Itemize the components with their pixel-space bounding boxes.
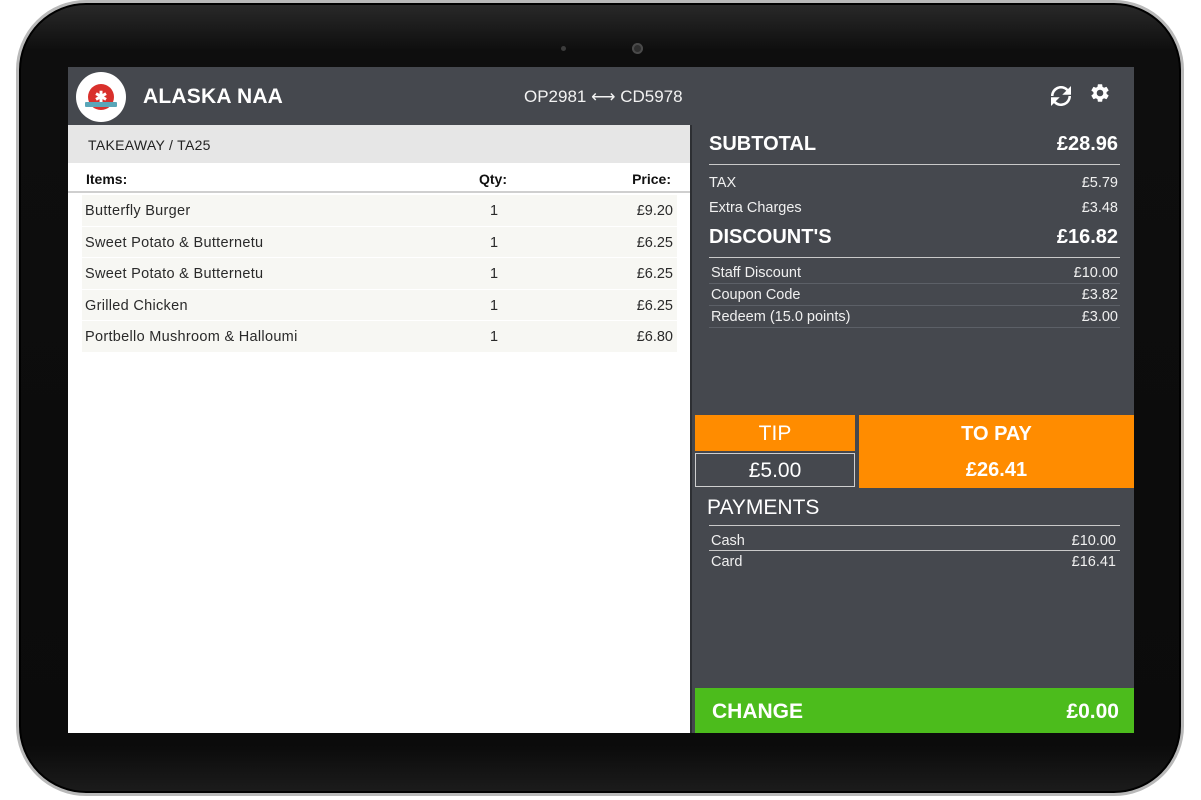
- divider: [709, 327, 1120, 328]
- order-item-row[interactable]: Sweet Potato & Butternetu 1 £6.25: [82, 258, 677, 290]
- column-qty: Qty:: [479, 171, 507, 187]
- column-price: Price:: [632, 171, 671, 187]
- item-name: Sweet Potato & Butternetu: [85, 234, 264, 251]
- item-price: £6.25: [636, 266, 673, 282]
- order-type-label: TAKEAWAY / TA25: [88, 137, 211, 153]
- payments-heading: PAYMENTS: [707, 496, 820, 519]
- order-type-bar[interactable]: TAKEAWAY / TA25: [68, 125, 690, 163]
- subtotal-row: SUBTOTAL £28.96: [709, 133, 1118, 156]
- order-items-list: Butterfly Burger 1 £9.20 Sweet Potato & …: [82, 195, 677, 353]
- discount-item-label: Redeem (15.0 points): [711, 309, 851, 325]
- column-items: Items:: [86, 171, 128, 187]
- discount-item-label: Staff Discount: [711, 265, 802, 281]
- item-price: £6.25: [636, 234, 673, 251]
- subtotal-label: SUBTOTAL: [709, 133, 817, 155]
- payment-row[interactable]: Card £16.41: [711, 554, 1116, 570]
- discount-value: £16.82: [1056, 226, 1118, 248]
- discount-item-row[interactable]: Coupon Code £3.82: [711, 287, 1118, 303]
- item-price: £6.80: [636, 329, 673, 345]
- to-pay-button[interactable]: TO PAY £26.41: [859, 415, 1134, 488]
- discount-item-row[interactable]: Redeem (15.0 points) £3.00: [711, 309, 1118, 325]
- logo-ribbon: [85, 102, 117, 107]
- order-item-row[interactable]: Sweet Potato & Butternetu 1 £6.25: [82, 226, 677, 258]
- change-value: £0.00: [1066, 700, 1119, 723]
- change-bar[interactable]: CHANGE £0.00: [695, 688, 1134, 733]
- front-camera: [632, 43, 643, 54]
- order-item-row[interactable]: Butterfly Burger 1 £9.20: [82, 195, 677, 227]
- item-price: £6.25: [636, 297, 673, 314]
- tip-button[interactable]: TIP: [695, 415, 855, 451]
- item-qty: 1: [490, 329, 499, 345]
- discount-item-value: £10.00: [1073, 265, 1118, 281]
- payment-amount: £10.00: [1071, 533, 1116, 549]
- item-qty: 1: [490, 203, 499, 219]
- item-name: Butterfly Burger: [85, 203, 191, 219]
- discount-label: DISCOUNT'S: [709, 226, 832, 248]
- order-item-row[interactable]: Portbello Mushroom & Halloumi 1 £6.80: [82, 321, 677, 353]
- payment-method: Cash: [711, 533, 745, 549]
- extra-charges-row: Extra Charges £3.48: [709, 200, 1118, 216]
- extra-charges-value: £3.48: [1081, 200, 1118, 216]
- divider: [709, 525, 1120, 526]
- payment-row[interactable]: Cash £10.00: [711, 533, 1116, 549]
- proximity-sensor: [561, 46, 566, 51]
- item-qty: 1: [490, 266, 499, 282]
- discount-row: DISCOUNT'S £16.82: [709, 226, 1118, 249]
- payment-method: Card: [711, 554, 743, 570]
- gear-icon[interactable]: [1089, 82, 1111, 104]
- divider: [709, 164, 1120, 165]
- divider: [709, 305, 1120, 306]
- item-name: Portbello Mushroom & Halloumi: [85, 329, 298, 345]
- item-price: £9.20: [636, 203, 673, 219]
- discount-item-row[interactable]: Staff Discount £10.00: [711, 265, 1118, 281]
- restaurant-name: ALASKA NAA: [143, 85, 284, 108]
- payment-amount: £16.41: [1071, 554, 1116, 570]
- item-qty: 1: [490, 297, 499, 314]
- discount-item-value: £3.00: [1081, 309, 1118, 325]
- refresh-icon[interactable]: [1046, 81, 1076, 111]
- extra-charges-label: Extra Charges: [709, 200, 802, 216]
- order-item-row[interactable]: Grilled Chicken 1 £6.25: [82, 289, 677, 321]
- divider: [709, 257, 1120, 258]
- subtotal-value: £28.96: [1056, 133, 1118, 155]
- change-label: CHANGE: [712, 700, 804, 723]
- tax-row: TAX £5.79: [709, 175, 1118, 191]
- restaurant-logo: ✱: [76, 72, 126, 122]
- divider: [709, 550, 1120, 551]
- operator-device-codes: OP2981 ⟷ CD5978: [524, 87, 683, 106]
- tip-amount-field[interactable]: £5.00: [695, 453, 855, 487]
- discount-item-label: Coupon Code: [711, 287, 801, 303]
- order-table-header: Items: Qty: Price:: [68, 163, 690, 193]
- pos-screen: ✱ ALASKA NAA OP2981 ⟷ CD5978 TAKEAWAY / …: [68, 67, 1134, 733]
- payment-summary-panel: SUBTOTAL £28.96 TAX £5.79 Extra Charges …: [690, 125, 1134, 733]
- item-qty: 1: [490, 234, 499, 251]
- to-pay-label: TO PAY: [961, 423, 1032, 445]
- item-name: Sweet Potato & Butternetu: [85, 266, 264, 282]
- divider: [709, 283, 1120, 284]
- to-pay-value: £26.41: [965, 459, 1028, 481]
- order-panel: TAKEAWAY / TA25 Items: Qty: Price: Butte…: [68, 125, 690, 733]
- tax-value: £5.79: [1081, 175, 1118, 191]
- tax-label: TAX: [709, 175, 737, 191]
- discount-item-value: £3.82: [1081, 287, 1118, 303]
- item-name: Grilled Chicken: [85, 297, 188, 314]
- app-header: ✱ ALASKA NAA OP2981 ⟷ CD5978: [68, 67, 1134, 125]
